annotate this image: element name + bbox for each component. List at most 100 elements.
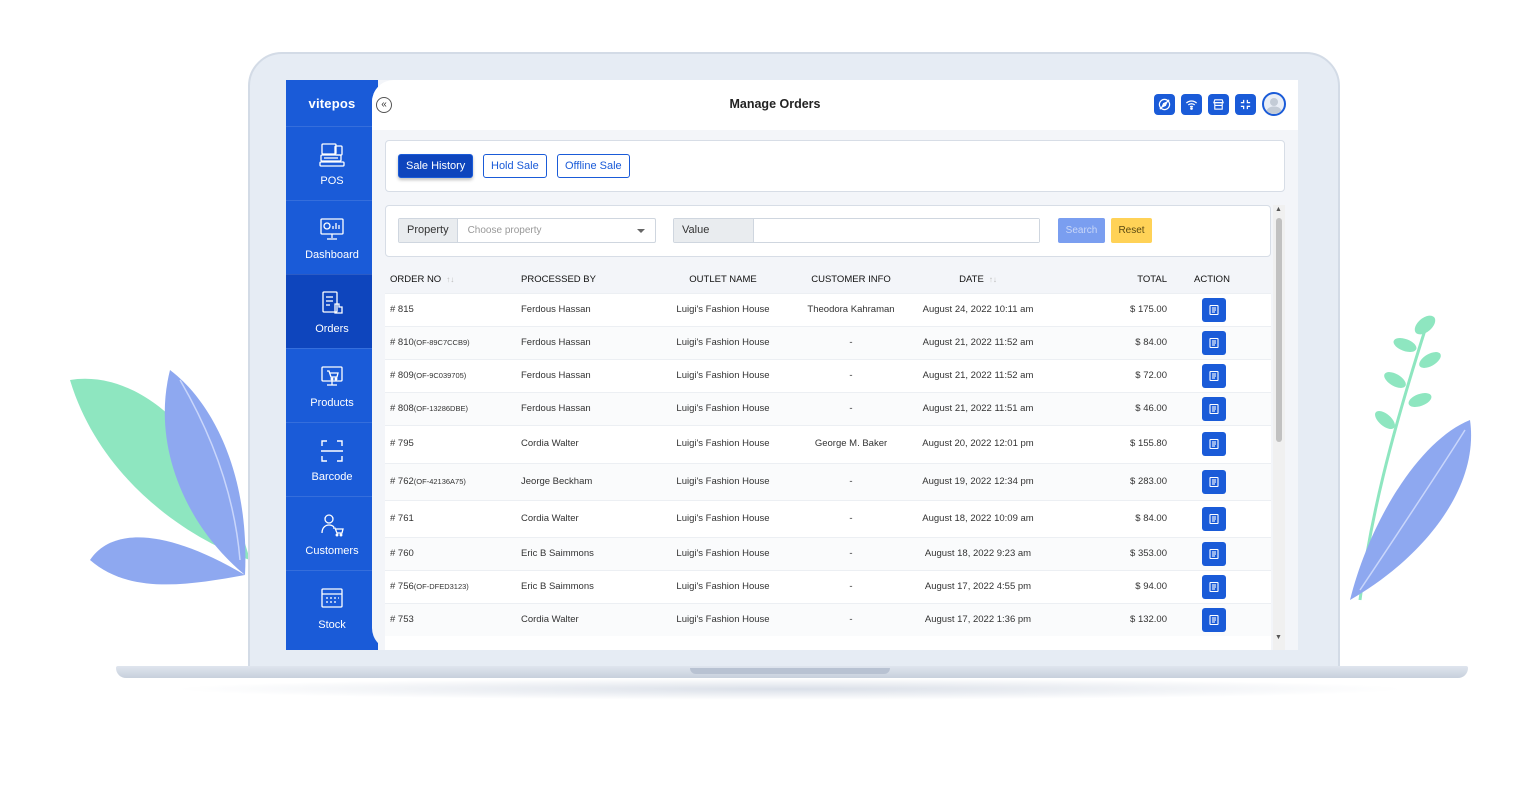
- receipt-icon: [1209, 513, 1219, 524]
- action-cell: [1177, 391, 1271, 425]
- outlet-name-cell: Luigi's Fashion House: [643, 391, 803, 425]
- sidebar-item-label: Stock: [318, 618, 346, 631]
- customer-info-cell: -: [803, 391, 899, 425]
- sidebar-item-barcode[interactable]: Barcode: [286, 422, 378, 496]
- date-cell: August 17, 2022 4:55 pm: [899, 569, 1057, 603]
- brand-logo[interactable]: vitepos: [286, 80, 378, 126]
- table-row[interactable]: # 810(OF-89C7CCB9) Ferdous Hassan Luigi's …: [385, 325, 1271, 359]
- processed-by-cell: Cordia Walter: [503, 499, 643, 537]
- scrollbar-thumb[interactable]: [1276, 218, 1282, 442]
- filter-panel: Property Choose property Value Search Re…: [385, 205, 1271, 257]
- sort-icon[interactable]: ↑↓: [989, 275, 997, 284]
- reset-button[interactable]: Reset: [1111, 218, 1152, 243]
- date-cell: August 18, 2022 9:23 am: [899, 536, 1057, 570]
- user-avatar[interactable]: [1262, 92, 1286, 116]
- total-cell: $ 175.00: [1057, 292, 1177, 326]
- column-header-processed-by: PROCESSED BY: [503, 267, 643, 293]
- print-receipt-button[interactable]: [1202, 297, 1226, 322]
- receipt-icon: [1209, 438, 1219, 450]
- order-number: # 808: [390, 402, 414, 414]
- table-row[interactable]: # 809(OF-9C039705) Ferdous Hassan Luigi's …: [385, 358, 1271, 392]
- compass-button[interactable]: [1154, 93, 1175, 115]
- scroll-down-arrow[interactable]: ▼: [1275, 634, 1282, 641]
- sort-icon[interactable]: ↑↓: [446, 275, 454, 284]
- print-receipt-button[interactable]: [1202, 432, 1226, 456]
- receipt-icon: [1209, 581, 1219, 592]
- tab-sale-history[interactable]: Sale History: [398, 154, 474, 178]
- dashboard-icon: [320, 217, 344, 240]
- column-header-order-no[interactable]: ORDER NO ↑↓: [385, 267, 503, 293]
- sidebar-item-label: Orders: [315, 322, 349, 335]
- processed-by-cell: Eric B Saimmons: [503, 569, 643, 603]
- value-input[interactable]: [754, 219, 1039, 242]
- print-receipt-button[interactable]: [1202, 363, 1226, 388]
- main-panel: « Manage Orders Sale History Hold Sale O…: [372, 80, 1298, 650]
- compass-icon: [1158, 98, 1171, 110]
- wifi-button[interactable]: [1181, 93, 1202, 115]
- tab-hold-sale[interactable]: Hold Sale: [483, 154, 547, 178]
- date-cell: August 18, 2022 10:09 am: [899, 499, 1057, 537]
- sidebar-item-dashboard[interactable]: Dashboard: [286, 200, 378, 274]
- date-cell: August 17, 2022 1:36 pm: [899, 602, 1057, 636]
- table-row[interactable]: # 808(OF-13286DBE) Ferdous Hassan Luigi's …: [385, 391, 1271, 425]
- outlet-name-cell: Luigi's Fashion House: [643, 602, 803, 636]
- print-receipt-button[interactable]: [1202, 330, 1226, 355]
- action-cell: [1177, 462, 1271, 500]
- tab-offline-sale[interactable]: Offline Sale: [557, 154, 630, 178]
- search-button[interactable]: Search: [1058, 218, 1105, 243]
- chevron-down-icon: [637, 229, 645, 233]
- property-select[interactable]: Choose property: [458, 219, 655, 242]
- table-row[interactable]: # 761 Cordia Walter Luigi's Fashion House -…: [385, 499, 1271, 537]
- offline-order-code: (OF-DFED3123): [413, 581, 469, 591]
- table-row[interactable]: # 762(OF-42136A75) Jeorge Beckham Luigi's …: [385, 462, 1271, 500]
- action-cell: [1177, 536, 1271, 570]
- table-row[interactable]: # 753 Cordia Walter Luigi's Fashion House -…: [385, 602, 1271, 636]
- table-row[interactable]: # 760 Eric B Saimmons Luigi's Fashion Hous…: [385, 536, 1271, 570]
- compress-button[interactable]: [1235, 93, 1256, 115]
- sidebar-item-products[interactable]: Products: [286, 348, 378, 422]
- receipt-icon: [1209, 337, 1219, 348]
- order-no-cell: # 815: [385, 292, 503, 326]
- sidebar-item-orders[interactable]: Orders: [286, 274, 378, 348]
- sidebar-item-label: Barcode: [311, 470, 353, 483]
- print-receipt-button[interactable]: [1202, 396, 1226, 421]
- store-icon: [1213, 98, 1224, 110]
- print-receipt-button[interactable]: [1202, 607, 1226, 632]
- outlet-name-cell: Luigi's Fashion House: [643, 536, 803, 570]
- page-title: Manage Orders: [729, 97, 821, 111]
- table-row[interactable]: # 815 Ferdous Hassan Luigi's Fashion House…: [385, 292, 1271, 326]
- orders-icon: [322, 290, 343, 314]
- outlet-name-cell: Luigi's Fashion House: [643, 462, 803, 500]
- table-row[interactable]: # 756(OF-DFED3123) Eric B Saimmons Luigi's…: [385, 569, 1271, 603]
- sidebar-item-customers[interactable]: Customers: [286, 496, 378, 570]
- total-cell: $ 353.00: [1057, 536, 1177, 570]
- order-no-cell: # 756(OF-DFED3123): [385, 569, 503, 603]
- sidebar: vitepos POS Dashboard Orders Products Ba…: [286, 80, 378, 650]
- order-number: # 762: [390, 475, 414, 487]
- print-receipt-button[interactable]: [1202, 574, 1226, 599]
- column-header-date[interactable]: DATE ↑↓: [899, 267, 1057, 293]
- action-cell: [1177, 424, 1271, 463]
- order-no-cell: # 761: [385, 499, 503, 537]
- print-receipt-button[interactable]: [1202, 469, 1226, 494]
- print-receipt-button[interactable]: [1202, 506, 1226, 531]
- scroll-up-arrow[interactable]: ▲: [1275, 206, 1282, 213]
- table-row[interactable]: # 795 Cordia Walter Luigi's Fashion House G…: [385, 424, 1271, 463]
- processed-by-cell: Ferdous Hassan: [503, 292, 643, 326]
- date-cell: August 20, 2022 12:01 pm: [899, 424, 1057, 463]
- column-header-action: ACTION: [1177, 267, 1271, 293]
- date-cell: August 19, 2022 12:34 pm: [899, 462, 1057, 500]
- sidebar-item-pos[interactable]: POS: [286, 126, 378, 200]
- print-receipt-button[interactable]: [1202, 541, 1226, 566]
- column-header-customer-info: CUSTOMER INFO: [803, 267, 899, 293]
- sidebar-item-stock[interactable]: Stock: [286, 570, 378, 644]
- order-no-cell: # 808(OF-13286DBE): [385, 391, 503, 425]
- store-button[interactable]: [1208, 93, 1229, 115]
- value-label: Value: [674, 219, 754, 242]
- action-cell: [1177, 569, 1271, 603]
- marketing-stage: vitepos POS Dashboard Orders Products Ba…: [0, 0, 1540, 796]
- laptop-notch: [690, 668, 890, 674]
- processed-by-cell: Cordia Walter: [503, 424, 643, 463]
- action-cell: [1177, 325, 1271, 359]
- sidebar-item-label: Products: [310, 396, 354, 409]
